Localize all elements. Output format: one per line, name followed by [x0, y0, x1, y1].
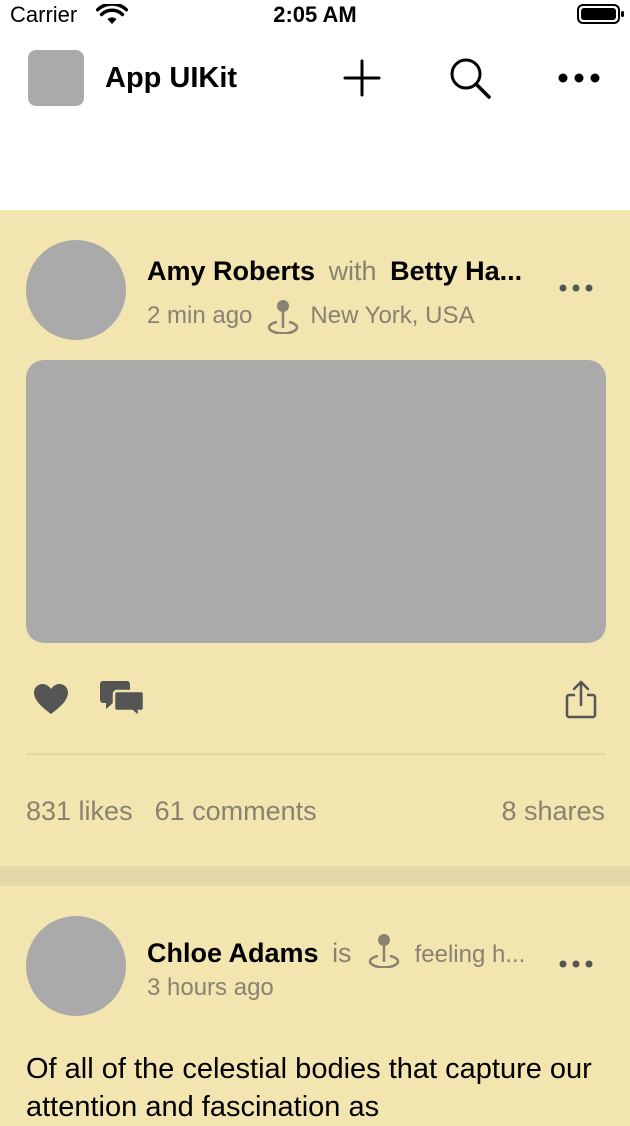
post-card: Chloe Adams is feeling h... 3 hours ago …: [0, 886, 630, 1126]
share-icon: [565, 680, 597, 719]
more-icon: [558, 73, 600, 83]
search-button[interactable]: [444, 52, 496, 104]
post-more-icon[interactable]: [556, 278, 596, 298]
search-icon: [450, 58, 491, 99]
add-button[interactable]: [336, 52, 388, 104]
heart-icon: [34, 684, 68, 714]
status-time: 2:05 AM: [273, 2, 357, 27]
battery-icon: [577, 4, 624, 24]
feed: Amy Roberts with Betty Ha... 2 min ago N…: [0, 210, 630, 1126]
post-time: 2 min ago: [147, 302, 253, 329]
post-time: 3 hours ago: [147, 974, 274, 1001]
plus-icon: [343, 59, 381, 97]
post-header: Amy Roberts with Betty Ha...: [147, 256, 547, 287]
post-more-icon[interactable]: [556, 954, 596, 974]
author-name[interactable]: Amy Roberts: [147, 256, 315, 286]
comments-count[interactable]: 61 comments: [155, 796, 317, 826]
author-name[interactable]: Chloe Adams: [147, 938, 319, 968]
post-body-text: Of all of the celestial bodies that capt…: [26, 1053, 592, 1123]
post-card: Amy Roberts with Betty Ha... 2 min ago N…: [0, 210, 630, 866]
connector-text: is: [332, 938, 352, 968]
share-button[interactable]: [556, 674, 606, 724]
avatar[interactable]: [26, 240, 126, 340]
feeling-text: feeling h...: [414, 941, 526, 968]
post-header: Chloe Adams is feeling h...: [147, 932, 547, 969]
location-pin-icon: [268, 300, 299, 334]
more-button[interactable]: [553, 52, 605, 104]
avatar[interactable]: [26, 916, 126, 1016]
post-location[interactable]: New York, USA: [310, 302, 474, 330]
post-image[interactable]: [26, 360, 606, 643]
like-button[interactable]: [26, 674, 76, 724]
post-meta: 3 hours ago: [147, 974, 274, 1002]
app-logo: [28, 50, 84, 106]
shares-count[interactable]: 8 shares: [440, 796, 605, 827]
post-stats: 831 likes 61 comments: [26, 796, 317, 827]
post-meta: 2 min ago New York, USA: [147, 298, 474, 334]
location-pin-icon: [368, 934, 400, 969]
likes-count[interactable]: 831 likes: [26, 796, 133, 826]
app-title: App UIKit: [105, 62, 238, 94]
comments-icon: [100, 681, 145, 719]
navigation-bar: App UIKit: [0, 30, 630, 210]
divider: [26, 753, 606, 755]
comment-button[interactable]: [96, 674, 148, 724]
status-bar: Carrier 2:05 AM: [0, 0, 630, 30]
tagged-user[interactable]: Betty Ha...: [390, 256, 522, 286]
connector-text: with: [328, 256, 377, 286]
